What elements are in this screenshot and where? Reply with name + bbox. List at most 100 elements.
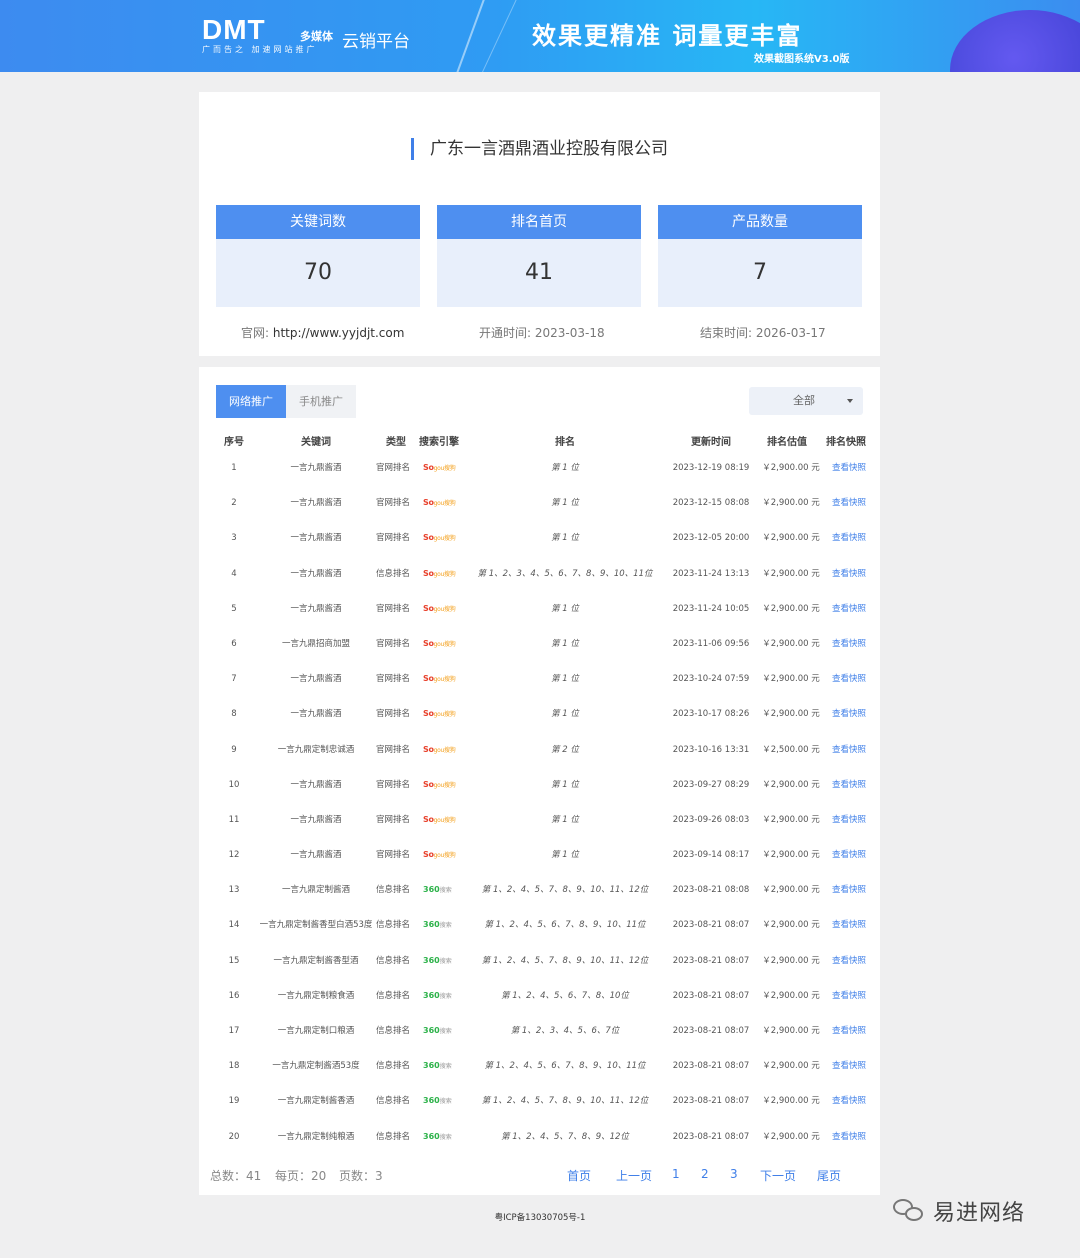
row-index: 1	[231, 463, 237, 473]
website-info: 官网: http://www.yyjdjt.com	[241, 324, 404, 341]
row-keyword: 一言九鼎定制酱香酒	[277, 1096, 355, 1107]
row-keyword: 一言九鼎招商加盟	[281, 638, 351, 649]
view-snapshot-link[interactable]: 查看快照	[832, 919, 866, 931]
page-link-3[interactable]: 3	[730, 1167, 738, 1181]
row-keyword: 一言九鼎定制忠诚酒	[277, 744, 355, 755]
website-label: 官网:	[241, 326, 270, 340]
view-snapshot-link[interactable]: 查看快照	[832, 462, 866, 474]
row-type: 官网排名	[375, 463, 411, 473]
view-snapshot-link[interactable]: 查看快照	[832, 779, 866, 791]
row-rank: 第 1 位	[551, 603, 579, 614]
row-value: ￥2,900.00 元	[762, 568, 820, 579]
header-keyword: 关键词	[301, 437, 331, 448]
row-value: ￥2,900.00 元	[762, 463, 820, 473]
row-value: ￥2,900.00 元	[762, 709, 820, 720]
view-snapshot-link[interactable]: 查看快照	[832, 744, 866, 756]
view-snapshot-link[interactable]: 查看快照	[832, 1131, 866, 1143]
row-rank: 第 1 位	[551, 498, 579, 509]
prev-page-link[interactable]: 上一页	[616, 1167, 652, 1184]
engine-filter-select[interactable]: 全部	[749, 387, 863, 415]
view-snapshot-link[interactable]: 查看快照	[832, 603, 866, 615]
table-row: 5 一言九鼎酱酒 官网排名 第 1 位 2023-11-24 10:05 ￥2,900.0…	[199, 603, 880, 638]
view-snapshot-link[interactable]: 查看快照	[832, 1060, 866, 1072]
wechat-icon	[893, 1197, 925, 1225]
view-snapshot-link[interactable]: 查看快照	[832, 1025, 866, 1037]
view-snapshot-link[interactable]: 查看快照	[832, 673, 866, 685]
view-snapshot-link[interactable]: 查看快照	[832, 497, 866, 509]
header-engine: 搜索引擎	[419, 437, 459, 448]
total-count: 总数：41	[210, 1169, 262, 1183]
row-keyword: 一言九鼎定制酱酒53度	[272, 1061, 360, 1072]
table-row: 11 一言九鼎酱酒 官网排名 第 1 位 2023-09-26 08:03 ￥2,900.…	[199, 814, 880, 849]
view-snapshot-link[interactable]: 查看快照	[832, 955, 866, 967]
view-snapshot-link[interactable]: 查看快照	[832, 1095, 866, 1107]
row-index: 17	[228, 1026, 240, 1036]
sogou-logo-icon: Sogou搜狗	[423, 498, 456, 508]
view-snapshot-link[interactable]: 查看快照	[832, 990, 866, 1002]
row-rank: 第 1 位	[551, 463, 579, 473]
row-update-time: 2023-08-21 08:08	[672, 885, 750, 896]
first-page-link[interactable]: 首页	[567, 1167, 591, 1184]
row-value: ￥2,900.00 元	[762, 955, 820, 966]
per-page-count: 每页：20	[275, 1169, 327, 1183]
row-value: ￥2,900.00 元	[762, 1061, 820, 1072]
row-keyword: 一言九鼎酱酒	[290, 709, 342, 720]
tab-mobile-promotion[interactable]: 手机推广	[286, 385, 356, 418]
row-index: 2	[231, 498, 237, 509]
view-snapshot-link[interactable]: 查看快照	[832, 638, 866, 650]
table-row: 8 一言九鼎酱酒 官网排名 第 1 位 2023-10-17 08:26 ￥2,900.0…	[199, 708, 880, 743]
version-label: 效果截图系统V3.0版	[754, 54, 850, 65]
filter-selected-value: 全部	[793, 394, 815, 407]
table-row: 17 一言九鼎定制口粮酒 信息排名 第 1、2、3、4、5、6、7位 2023-08-2…	[199, 1025, 880, 1060]
row-rank: 第 2 位	[551, 744, 579, 755]
row-index: 3	[231, 533, 237, 544]
logo-main-text: DMT	[202, 14, 266, 45]
company-summary-card: 广东一言酒鼎酒业控股有限公司 关键词数 70 排名首页 41 产品数量 7 官网…	[199, 92, 880, 356]
view-snapshot-link[interactable]: 查看快照	[832, 708, 866, 720]
row-type: 官网排名	[375, 850, 411, 861]
website-link[interactable]: http://www.yyjdjt.com	[273, 326, 405, 340]
logo-subtitle: 广而告之 加速网站推广	[202, 45, 318, 54]
row-update-time: 2023-12-05 20:00	[672, 533, 750, 544]
last-page-link[interactable]: 尾页	[817, 1167, 841, 1184]
row-value: ￥2,900.00 元	[762, 533, 820, 544]
row-rank: 第 1、2、4、5、7、8、9、10、11、12位	[481, 1096, 649, 1107]
view-snapshot-link[interactable]: 查看快照	[832, 568, 866, 580]
row-index: 6	[231, 638, 237, 649]
360-search-logo-icon: 360搜索	[423, 1131, 452, 1141]
table-row: 3 一言九鼎酱酒 官网排名 第 1 位 2023-12-05 20:00 ￥2,900.0…	[199, 532, 880, 567]
next-page-link[interactable]: 下一页	[760, 1167, 796, 1184]
page-link-2[interactable]: 2	[701, 1167, 709, 1181]
table-row: 6 一言九鼎招商加盟 官网排名 第 1 位 2023-11-06 09:56 ￥2,900…	[199, 638, 880, 673]
page-link-1[interactable]: 1	[672, 1167, 680, 1181]
row-rank: 第 1 位	[551, 779, 579, 790]
row-type: 官网排名	[375, 744, 411, 755]
360-search-logo-icon: 360搜索	[423, 1061, 452, 1071]
row-type: 官网排名	[375, 498, 411, 509]
row-update-time: 2023-08-21 08:07	[672, 990, 750, 1001]
pagination: 总数：41 每页：20 页数：3 首页 上一页 1 2 3 下一页 尾页	[199, 1167, 880, 1183]
row-value: ￥2,900.00 元	[762, 674, 820, 685]
tab-web-promotion[interactable]: 网络推广	[216, 385, 286, 418]
row-index: 9	[231, 744, 237, 755]
table-row: 13 一言九鼎定制酱酒 信息排名 第 1、2、4、5、7、8、9、10、11、12位 2…	[199, 884, 880, 919]
row-keyword: 一言九鼎酱酒	[290, 603, 342, 614]
view-snapshot-link[interactable]: 查看快照	[832, 532, 866, 544]
row-keyword: 一言九鼎定制酱香型酒	[273, 955, 359, 966]
watermark-text: 易进网络	[933, 1201, 1026, 1226]
header-type: 类型	[386, 437, 406, 448]
sogou-logo-icon: Sogou搜狗	[423, 709, 456, 719]
promotion-tabs: 网络推广 手机推广	[216, 385, 356, 418]
table-row: 1 一言九鼎酱酒 官网排名 第 1 位 2023-12-19 08:19 ￥2,900.0…	[199, 462, 880, 497]
row-value: ￥2,900.00 元	[762, 885, 820, 896]
table-row: 14 一言九鼎定制酱香型白酒53度 信息排名 第 1、2、4、5、6、7、8、9、10…	[199, 919, 880, 954]
view-snapshot-link[interactable]: 查看快照	[832, 884, 866, 896]
row-keyword: 一言九鼎酱酒	[290, 498, 342, 509]
view-snapshot-link[interactable]: 查看快照	[832, 814, 866, 826]
sogou-logo-icon: Sogou搜狗	[423, 533, 456, 543]
row-type: 信息排名	[375, 885, 411, 896]
row-type: 信息排名	[375, 1131, 411, 1142]
view-snapshot-link[interactable]: 查看快照	[832, 849, 866, 861]
row-update-time: 2023-12-19 08:19	[672, 463, 750, 473]
table-row: 12 一言九鼎酱酒 官网排名 第 1 位 2023-09-14 08:17 ￥2,900.…	[199, 849, 880, 884]
